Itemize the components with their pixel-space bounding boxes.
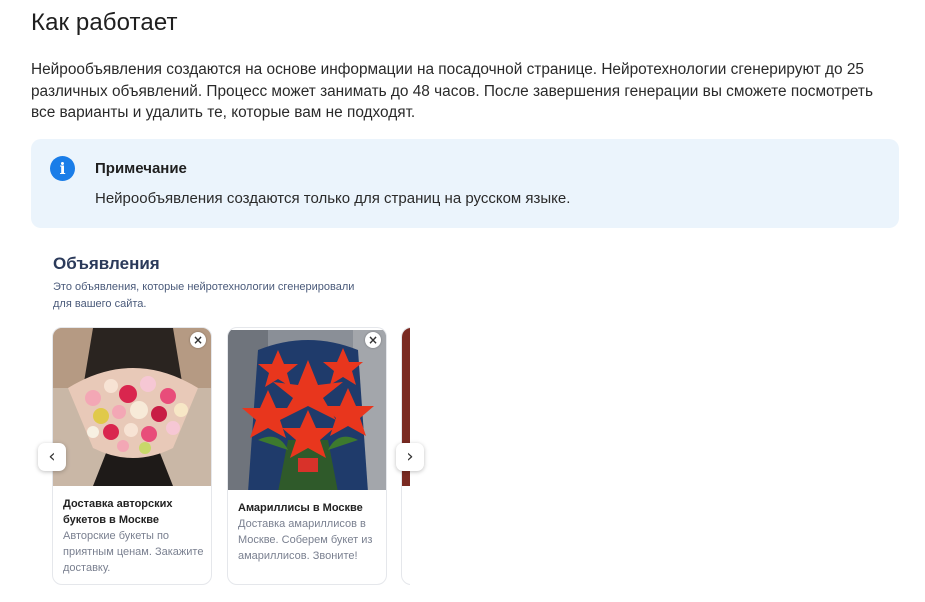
carousel-next-button[interactable]: › [396, 443, 424, 471]
ad-card-text: Авторские букеты по приятным ценам. Зака… [63, 530, 204, 574]
ad-card-title: Амариллисы в Москве [238, 502, 363, 514]
note-title: Примечание [95, 160, 187, 177]
mixed-rose-bouquet-image [53, 328, 211, 486]
ad-card[interactable]: × Доставка авторских букетов в Москве Ав… [52, 327, 212, 585]
ads-preview-title: Объявления [53, 254, 160, 273]
ads-preview-subtitle: Это объявления, которые нейротехнологии … [53, 281, 355, 310]
ad-card[interactable]: × Амариллисы в Москве Доставка амариллис… [227, 327, 387, 585]
note-box: i Примечание Нейрообъявления создаются т… [31, 139, 899, 228]
red-amaryllis-bouquet-image [228, 330, 386, 490]
ad-card-title: Доставка авторских букетов в Москве [63, 498, 173, 526]
close-icon[interactable]: × [190, 332, 206, 348]
page-title: Как работает [31, 9, 178, 36]
ad-card-text: Доставка амариллисов в Москве. Соберем б… [238, 518, 373, 562]
intro-text: Нейрообъявления создаются на основе инфо… [31, 61, 874, 121]
close-icon[interactable]: × [365, 332, 381, 348]
ads-carousel: × Доставка авторских букетов в Москве Ав… [40, 327, 410, 589]
note-text: Нейрообъявления создаются только для стр… [95, 190, 571, 207]
info-icon: i [50, 156, 75, 181]
carousel-prev-button[interactable]: ‹ [38, 443, 66, 471]
